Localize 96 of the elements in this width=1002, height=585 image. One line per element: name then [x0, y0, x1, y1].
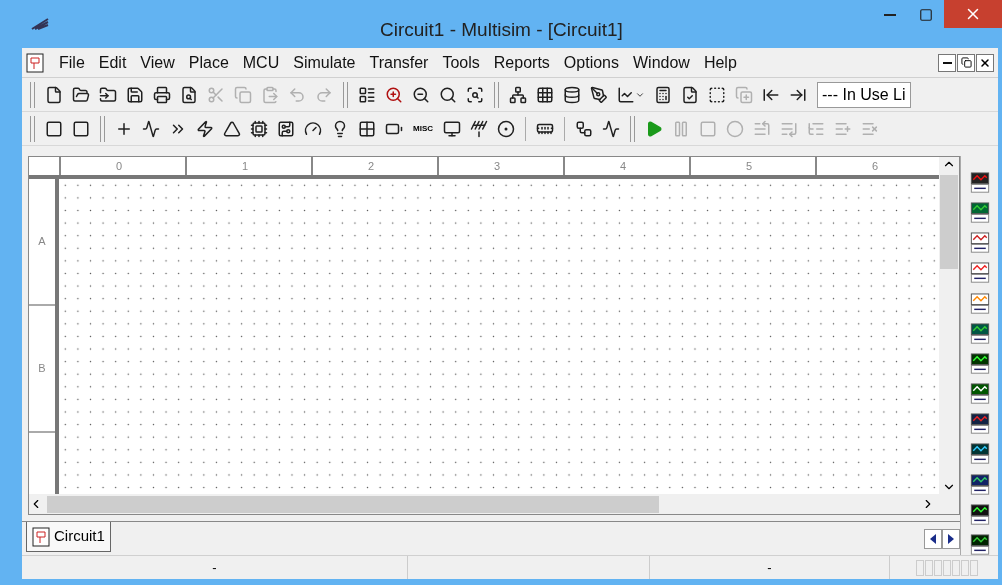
scissors-icon [207, 85, 225, 104]
instrument-icon[interactable] [969, 443, 990, 465]
misc-button[interactable]: MISC [409, 116, 437, 141]
copy-icon [234, 85, 252, 104]
zoom-icon [439, 85, 457, 104]
menu-item[interactable]: Reports [486, 50, 557, 75]
pen-icon [590, 85, 608, 104]
menu-item[interactable]: Simulate [286, 50, 363, 75]
instrument-icon[interactable] [969, 383, 990, 405]
instrument-icon[interactable] [969, 413, 990, 435]
list-icon [753, 119, 771, 138]
menu-item[interactable]: Transfer [362, 50, 436, 75]
antenna-icon [470, 119, 488, 138]
amplifier-icon [223, 119, 241, 138]
check-icon [681, 85, 699, 104]
copy-icon [735, 85, 753, 104]
toolbar-grip[interactable] [30, 81, 35, 108]
document-icon [26, 52, 44, 73]
instrument-icon[interactable] [969, 172, 990, 194]
database-icon [563, 85, 581, 104]
printer-icon [153, 85, 171, 104]
menu-item[interactable]: Tools [435, 50, 487, 75]
instrument-icon[interactable] [969, 262, 990, 284]
toolbar-grip[interactable] [630, 115, 635, 142]
zoom-icon [466, 85, 484, 104]
print-preview-icon [180, 85, 198, 104]
scrollbar-thumb[interactable] [47, 495, 659, 513]
toolbar-grip[interactable] [494, 81, 499, 108]
document-tab[interactable]: Circuit1 [26, 522, 111, 552]
tab-right-button[interactable] [942, 529, 960, 549]
ruler-label: B [38, 361, 46, 377]
restore-button[interactable] [957, 53, 975, 72]
in-use-list-field[interactable]: --- In Use Li [817, 81, 911, 108]
close-button[interactable] [976, 53, 994, 72]
redo-icon [315, 85, 333, 104]
display-icon [443, 119, 461, 138]
save-icon [126, 85, 144, 104]
instrument-icon[interactable] [969, 292, 990, 314]
minimize-icon [884, 14, 896, 16]
status-bar-panel: - [650, 556, 890, 579]
window-title: Circuit1 - Multisim - [Circuit1] [380, 18, 623, 42]
menu-item[interactable]: Edit [91, 50, 134, 75]
instrument-icon[interactable] [969, 352, 990, 375]
menu-item[interactable]: Window [626, 50, 697, 75]
clipboard-icon [261, 85, 279, 104]
tab-left-button[interactable] [924, 529, 942, 549]
horizontal-scrollbar[interactable] [29, 494, 959, 514]
instrument-icon[interactable] [969, 533, 990, 556]
menu-item[interactable]: Options [556, 50, 626, 75]
instrument-icon[interactable] [969, 202, 990, 224]
menu-item[interactable]: MCU [235, 50, 287, 75]
minimize-icon [942, 61, 952, 64]
zoom-out-icon [412, 85, 430, 104]
ruler-label: A [38, 234, 46, 250]
ruler-label: 3 [493, 158, 501, 174]
menu-item[interactable]: Place [181, 50, 236, 75]
maximize-icon [919, 8, 933, 22]
pause-icon [672, 119, 690, 138]
menu-item[interactable]: View [133, 50, 182, 75]
calculator-icon [654, 85, 672, 104]
toolbar-grip[interactable] [100, 115, 105, 142]
instrument-icon[interactable] [969, 503, 990, 525]
instrument-icon[interactable] [969, 232, 990, 254]
restore-icon [960, 57, 972, 68]
ruler-label: 4 [619, 158, 627, 174]
stop-icon [699, 119, 717, 138]
document-icon [32, 526, 50, 547]
vertical-scrollbar[interactable] [939, 157, 959, 494]
panel-icon [358, 85, 376, 104]
right-triangle-icon [948, 534, 954, 544]
zoom-in-icon [385, 85, 403, 104]
grid-icon [536, 85, 554, 104]
new-file-icon [45, 85, 63, 104]
record-icon [726, 119, 744, 138]
run-icon [645, 119, 663, 138]
dashed-square-icon [708, 85, 726, 104]
ruler-label: 1 [241, 158, 249, 174]
instrument-icon[interactable] [969, 322, 990, 344]
menu-item[interactable]: Help [696, 50, 744, 75]
instrument-icon[interactable] [969, 473, 990, 495]
ruler-label: 2 [367, 158, 375, 174]
menu-item[interactable]: File [52, 50, 92, 75]
graph-icon [617, 85, 635, 104]
hierarchy-icon [509, 85, 527, 104]
app-logo-icon [30, 17, 50, 31]
status-bar-panel: - [22, 556, 408, 579]
ruler-label: 0 [115, 158, 123, 174]
close-icon [979, 56, 991, 69]
minimize-button[interactable] [938, 53, 956, 72]
toolbar-grip[interactable] [343, 81, 348, 108]
ruler-label: 5 [745, 158, 753, 174]
ruler-label: 6 [871, 158, 879, 174]
scrollbar-thumb[interactable] [940, 175, 958, 269]
toolbar-grip[interactable] [30, 115, 35, 142]
left-triangle-icon [930, 534, 936, 544]
undo-icon [288, 85, 306, 104]
